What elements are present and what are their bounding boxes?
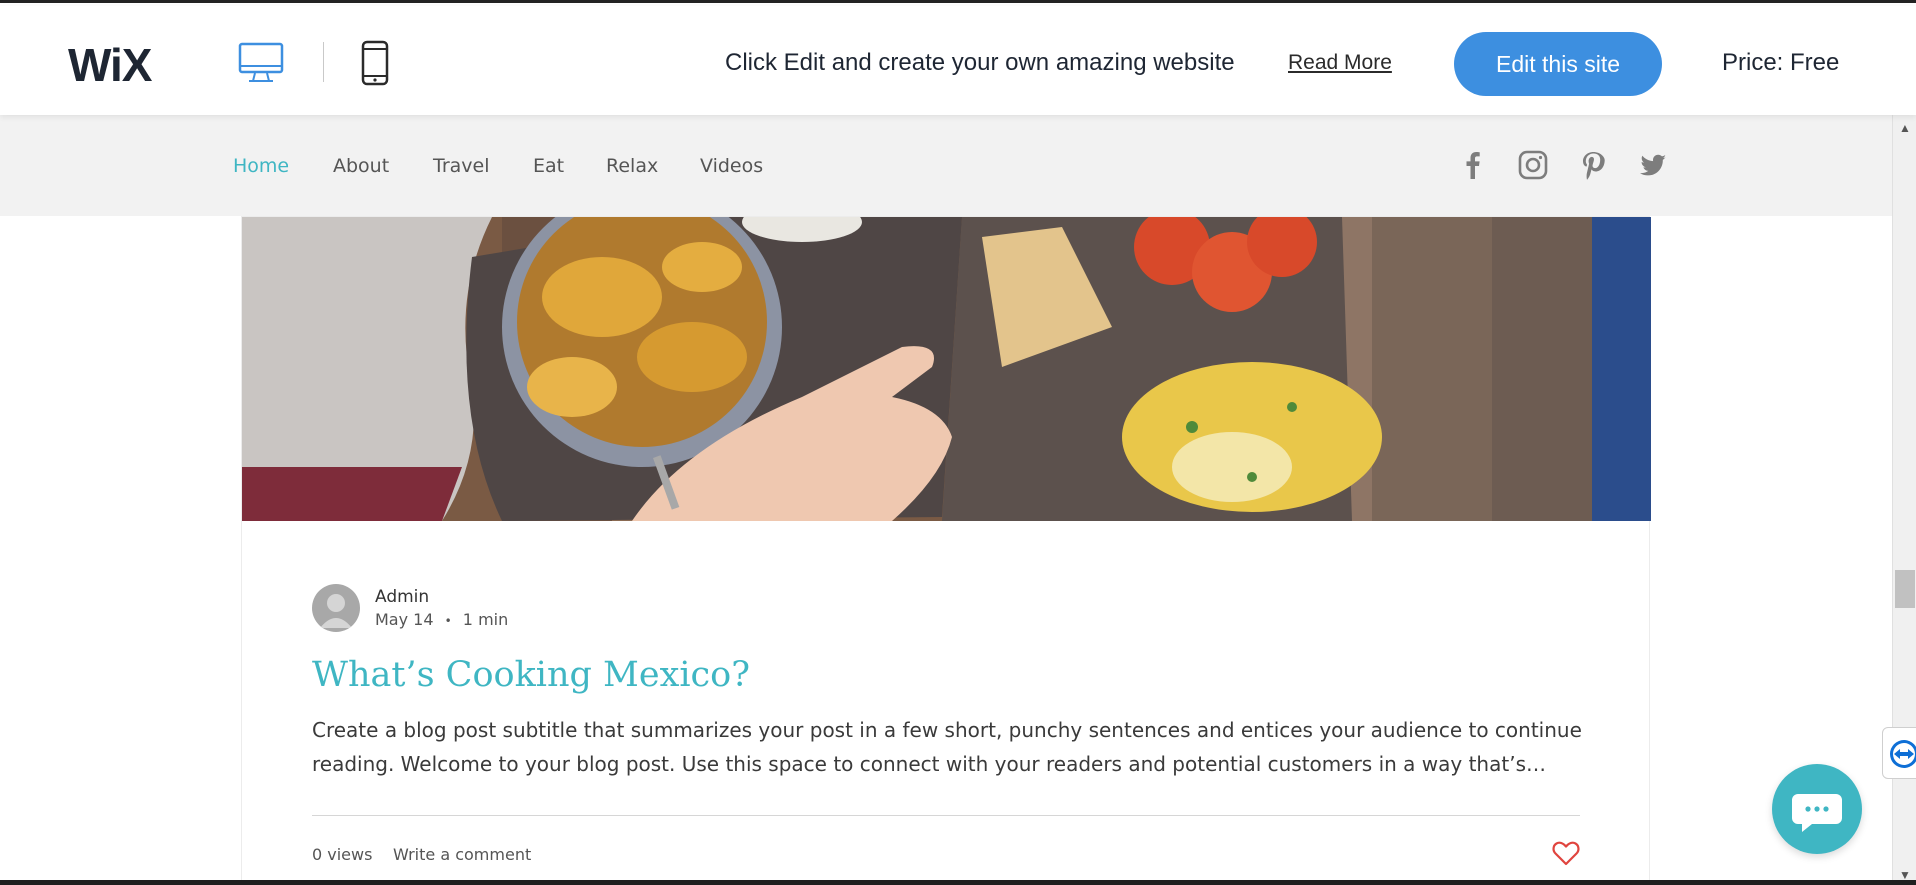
post-title[interactable]: What’s Cooking Mexico? [312,655,750,695]
chat-icon [1792,794,1842,832]
read-more-link[interactable]: Read More [1288,51,1392,75]
instagram-icon[interactable] [1517,149,1549,181]
teamviewer-icon [1890,740,1916,768]
post-meta: May 14 • 1 min [375,610,508,629]
blog-post-card[interactable]: Admin May 14 • 1 min What’s Cooking Mexi… [241,216,1651,885]
heart-icon[interactable] [1552,840,1580,866]
nav-item-about[interactable]: About [333,155,389,177]
nav-item-eat[interactable]: Eat [533,155,564,177]
wix-logo[interactable]: WiX [68,38,152,92]
post-excerpt[interactable]: Create a blog post subtitle that summari… [312,713,1602,781]
nav-item-relax[interactable]: Relax [606,155,658,177]
pinterest-icon[interactable] [1577,149,1609,181]
device-separator [323,42,324,82]
nav-item-home[interactable]: Home [233,155,289,177]
author-name[interactable]: Admin [375,587,429,607]
twitter-icon[interactable] [1637,149,1669,181]
nav-item-videos[interactable]: Videos [700,155,763,177]
scroll-thumb[interactable] [1895,570,1915,608]
side-widget[interactable] [1882,727,1916,779]
price-label: Price: Free [1722,49,1840,76]
post-cover-image[interactable] [242,217,1651,521]
desktop-icon[interactable] [238,42,284,84]
browser-viewport: WiX Click Edit and create your own amazi… [0,0,1916,885]
post-date: May 14 [375,610,434,629]
meta-separator: • [444,614,452,628]
author-avatar[interactable] [312,584,360,632]
promo-text: Click Edit and create your own amazing w… [725,49,1235,76]
site-nav: Home About Travel Eat Relax Videos [0,115,1892,216]
post-divider [312,815,1580,816]
scroll-up-icon[interactable]: ▲ [1898,121,1912,135]
nav-item-travel[interactable]: Travel [433,155,489,177]
facebook-icon[interactable] [1457,149,1489,181]
edit-site-button[interactable]: Edit this site [1454,32,1662,96]
read-time: 1 min [462,610,509,629]
bottom-taskbar-edge [0,880,1916,885]
chat-button[interactable] [1772,764,1862,854]
mobile-icon[interactable] [360,40,390,86]
views-count: 0 views [312,845,373,864]
write-comment-link[interactable]: Write a comment [393,845,531,864]
wix-top-bar: WiX Click Edit and create your own amazi… [0,6,1916,115]
